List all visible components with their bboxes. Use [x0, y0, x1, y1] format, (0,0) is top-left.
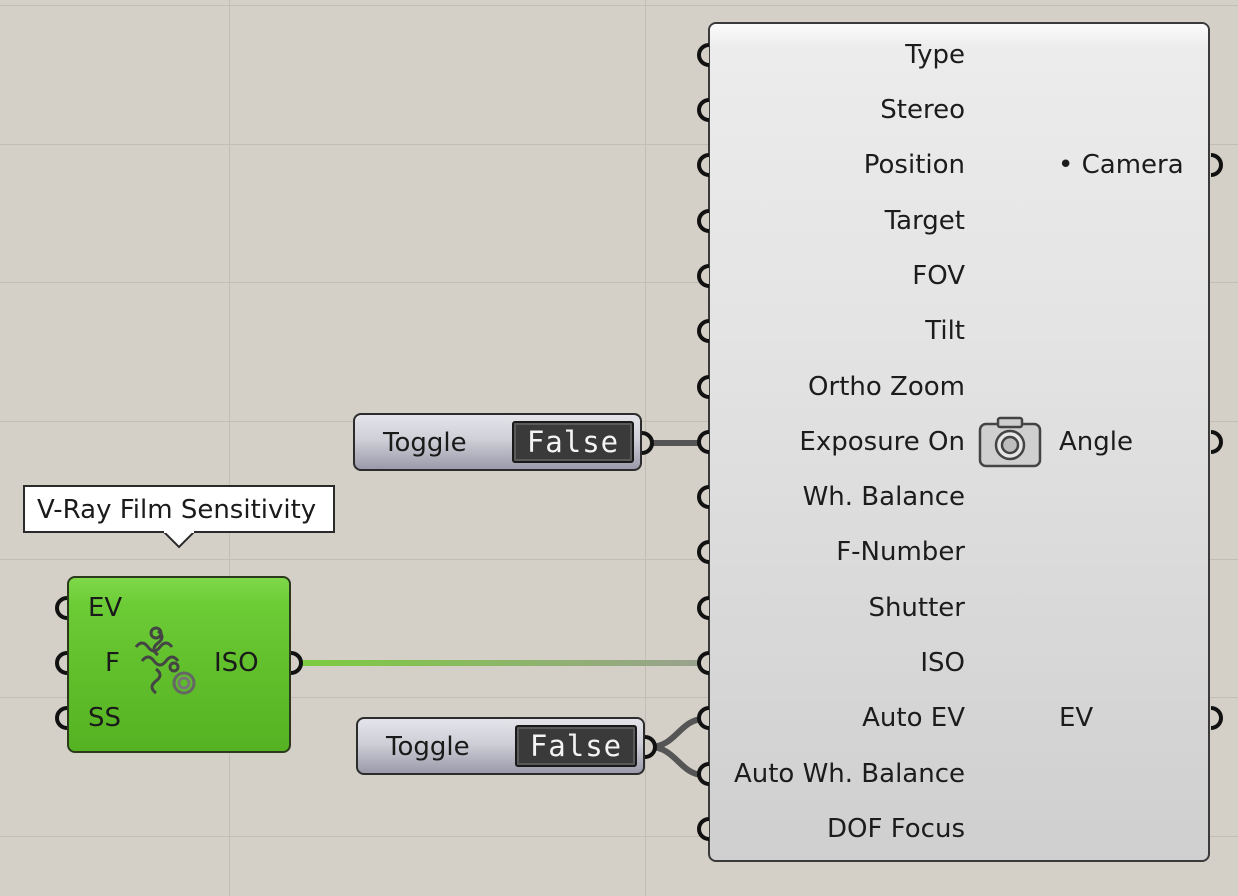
film-input-grip — [55, 596, 68, 620]
film-output-grip — [290, 651, 303, 675]
film-grips — [55, 596, 303, 730]
film-input-grip — [55, 706, 68, 730]
film-input-grip — [55, 651, 68, 675]
